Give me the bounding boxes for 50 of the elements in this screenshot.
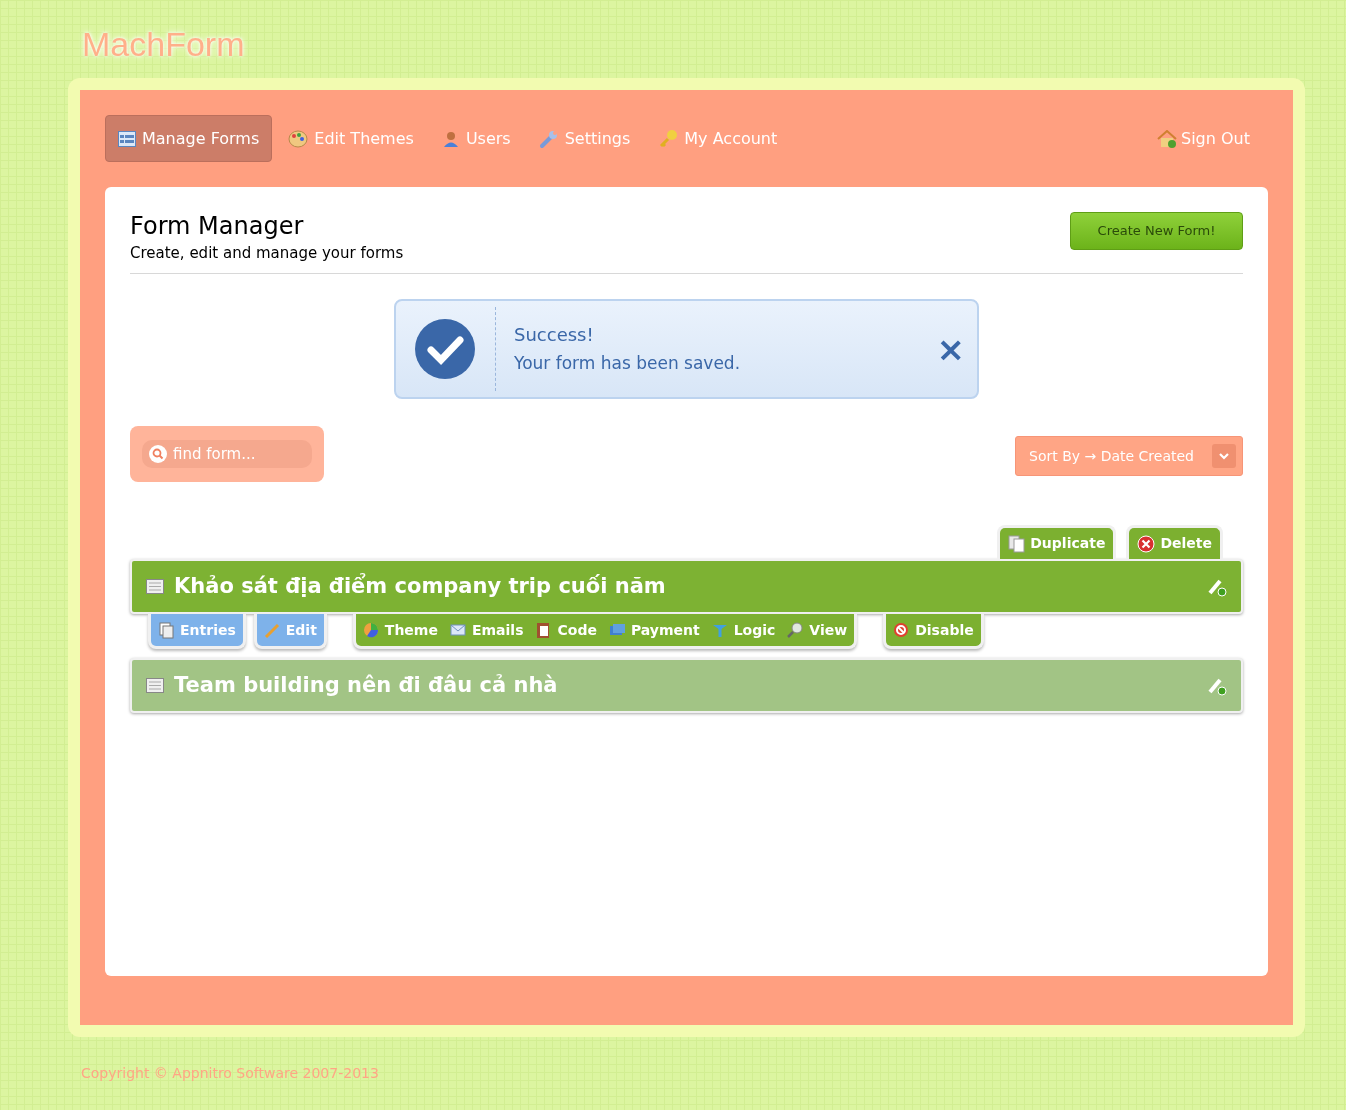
pencil-icon bbox=[263, 621, 281, 639]
key-icon bbox=[658, 128, 679, 149]
action-link[interactable]: Entries bbox=[158, 619, 236, 641]
nav-tab[interactable]: Manage Forms bbox=[105, 115, 273, 162]
search-field[interactable]: find form... bbox=[142, 440, 312, 468]
search-icon bbox=[148, 444, 168, 464]
prohibited-icon bbox=[893, 621, 911, 639]
palette-icon bbox=[288, 129, 309, 148]
alert-title: Success! bbox=[514, 323, 595, 347]
alert-message: Your form has been saved. bbox=[514, 352, 742, 375]
action-link[interactable]: Emails bbox=[449, 619, 524, 641]
close-button[interactable]: × bbox=[936, 332, 965, 366]
envelope-icon bbox=[449, 621, 467, 639]
stacked-pages-icon bbox=[158, 621, 175, 639]
chevron-down-icon bbox=[1212, 444, 1236, 468]
copyright-text: Copyright © Appnitro Software 2007-2013 bbox=[81, 1065, 379, 1081]
sign-out-link[interactable]: Sign Out bbox=[1157, 126, 1250, 151]
house-icon bbox=[1157, 129, 1177, 148]
action-link[interactable]: Code bbox=[535, 619, 597, 641]
page-subtitle: Create, edit and manage your forms bbox=[130, 243, 404, 264]
copy-icon bbox=[1008, 534, 1026, 553]
form-row[interactable]: Team building nên đi đâu cả nhà bbox=[130, 658, 1243, 713]
checkmark-icon bbox=[415, 319, 475, 379]
form-action-tab[interactable]: Duplicate bbox=[997, 525, 1117, 559]
create-form-button[interactable]: Create New Form! bbox=[1070, 212, 1243, 250]
nav-tab[interactable]: My Account bbox=[646, 115, 790, 162]
page-title: Form Manager bbox=[130, 211, 305, 241]
form-icon bbox=[146, 678, 164, 693]
action-link[interactable]: Logic bbox=[711, 619, 776, 641]
nav-tab[interactable]: Users bbox=[429, 115, 523, 162]
form-action-tab[interactable]: Delete bbox=[1126, 525, 1223, 559]
form-title: Khảo sát địa điểm company trip cuối năm bbox=[174, 572, 667, 600]
color-wheel-icon bbox=[362, 621, 380, 639]
nav-tab[interactable]: Edit Themes bbox=[276, 115, 426, 162]
action-link[interactable]: Edit bbox=[263, 619, 317, 641]
action-link[interactable]: Disable bbox=[893, 619, 974, 641]
action-link[interactable]: Theme bbox=[362, 619, 438, 641]
logo-text: MachForm bbox=[82, 25, 245, 63]
form-row[interactable]: Khảo sát địa điểm company trip cuối năm bbox=[130, 559, 1243, 614]
person-icon bbox=[441, 129, 460, 148]
form-icon bbox=[118, 130, 136, 147]
nav-tab[interactable]: Settings bbox=[526, 115, 643, 162]
wrench-icon bbox=[538, 128, 559, 149]
action-link[interactable]: View bbox=[787, 619, 848, 641]
magnifier-icon bbox=[787, 621, 805, 639]
form-title: Team building nên đi đâu cả nhà bbox=[174, 671, 559, 699]
sort-dropdown[interactable]: Sort By → Date Created bbox=[1015, 436, 1243, 476]
form-icon bbox=[146, 579, 164, 594]
action-link[interactable]: Payment bbox=[608, 619, 700, 641]
x-circle-icon bbox=[1137, 534, 1156, 553]
